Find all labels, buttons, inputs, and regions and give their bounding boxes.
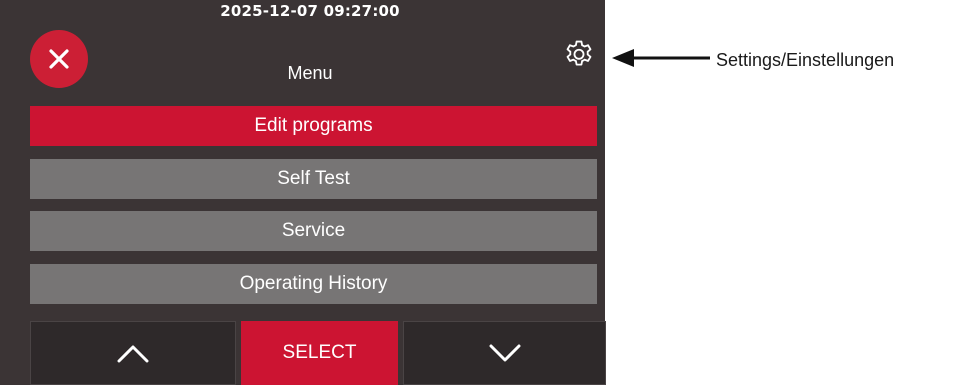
device-screen: 2025-12-07 09:27:00 Menu Edit programs S… (0, 0, 606, 385)
menu-item-self-test[interactable]: Self Test (30, 159, 597, 199)
menu-item-edit-programs[interactable]: Edit programs (30, 106, 597, 146)
close-button[interactable] (30, 30, 88, 88)
settings-button[interactable] (561, 37, 597, 73)
menu-item-service[interactable]: Service (30, 211, 597, 251)
scroll-up-button[interactable] (30, 321, 236, 385)
menu-item-label: Self Test (277, 168, 350, 189)
chevron-down-icon (489, 344, 520, 362)
menu-item-operating-history[interactable]: Operating History (30, 264, 597, 304)
close-icon (49, 49, 69, 69)
menu-item-label: Service (281, 220, 346, 241)
menu-title: Menu (287, 63, 333, 83)
menu-item-label: Edit programs (254, 115, 373, 136)
chevron-up-icon (117, 345, 149, 363)
scroll-down-button[interactable] (403, 321, 606, 385)
settings-annotation-label: Settings/Einstellungen (716, 50, 895, 70)
menu-item-label: Operating History (239, 273, 388, 294)
select-button-label: SELECT (282, 342, 357, 363)
select-button[interactable]: SELECT (241, 321, 398, 385)
datetime-display: 2025-12-07 09:27:00 (220, 2, 400, 20)
gear-icon (566, 40, 592, 66)
stage: 2025-12-07 09:27:00 Menu Edit programs S… (0, 0, 958, 385)
annotation-arrow (612, 49, 710, 67)
